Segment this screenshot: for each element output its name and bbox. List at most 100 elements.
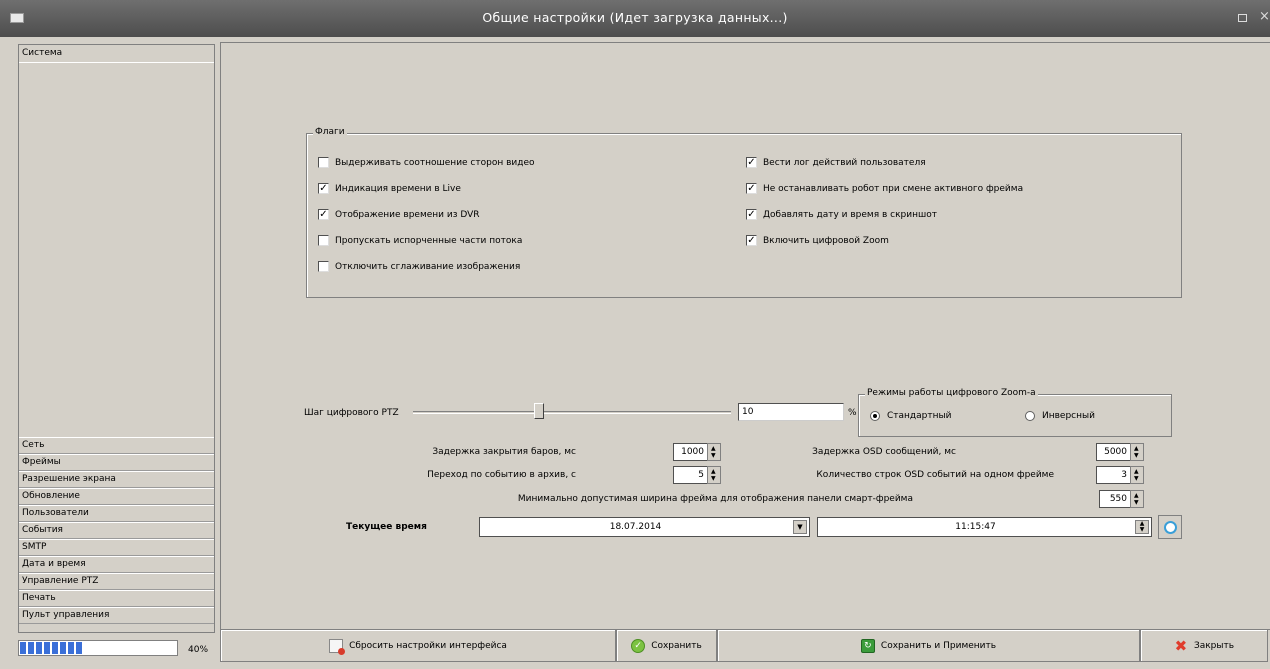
radio-label: Стандартный <box>887 411 952 421</box>
progress-percent: 40% <box>188 645 209 655</box>
close-x-icon: ✖ <box>1174 636 1188 655</box>
sidebar-list: Сеть Фреймы Разрешение экрана Обновление… <box>19 437 214 624</box>
radio-dot[interactable] <box>870 411 880 421</box>
close-button[interactable]: ✖ Закрыть <box>1140 629 1268 662</box>
apply-icon: ↻ <box>860 638 875 653</box>
spinbox-arrows[interactable]: ▲ ▼ <box>1130 466 1144 484</box>
spinbox-arrows[interactable]: ▲ ▼ <box>1130 490 1144 508</box>
checkbox-skip-corrupted-stream[interactable]: Пропускать испорченные части потока <box>318 235 522 246</box>
clock-icon <box>1164 521 1177 534</box>
radio-standard[interactable]: Стандартный <box>870 411 951 421</box>
bars-close-delay-label: Задержка закрытия баров, мс <box>432 447 576 457</box>
checkbox-label: Индикация времени в Live <box>335 183 461 194</box>
checkbox-box[interactable] <box>318 261 329 272</box>
check-icon: ✓ <box>631 638 646 653</box>
sync-time-button[interactable] <box>1158 515 1182 539</box>
checkbox-box[interactable]: ✓ <box>746 183 757 194</box>
ptz-step-input[interactable]: 10 <box>738 403 844 421</box>
checkbox-label: Не останавливать робот при смене активно… <box>763 183 1024 194</box>
sidebar-item-date-time[interactable]: Дата и время <box>19 556 214 573</box>
archive-jump-spinbox[interactable]: 5 ▲ ▼ <box>673 466 721 484</box>
checkbox-dvr-time-display[interactable]: ✓ Отображение времени из DVR <box>318 209 480 220</box>
reset-settings-icon <box>329 638 346 655</box>
checkbox-user-action-log[interactable]: ✓ Вести лог действий пользователя <box>746 157 926 168</box>
bars-close-delay-spinbox[interactable]: 1000 ▲ ▼ <box>673 443 721 461</box>
current-time-label: Текущее время <box>346 522 427 532</box>
checkbox-disable-smoothing[interactable]: Отключить сглаживание изображения <box>318 261 520 272</box>
checkbox-screenshot-datetime[interactable]: ✓ Добавлять дату и время в скриншот <box>746 209 937 220</box>
maximize-icon[interactable] <box>1238 14 1247 22</box>
checkbox-box[interactable] <box>318 235 329 246</box>
sidebar-item-network[interactable]: Сеть <box>19 437 214 454</box>
sidebar-item-smtp[interactable]: SMTP <box>19 539 214 556</box>
close-icon[interactable]: × <box>1259 9 1270 24</box>
sidebar-item-control-panel[interactable]: Пульт управления <box>19 607 214 624</box>
sidebar-item-frames[interactable]: Фреймы <box>19 454 214 471</box>
checkbox-label: Отключить сглаживание изображения <box>335 261 521 272</box>
progress-fill <box>20 642 82 654</box>
checkbox-box[interactable]: ✓ <box>746 209 757 220</box>
spinbox-value[interactable]: 5 <box>673 466 707 484</box>
checkbox-label: Вести лог действий пользователя <box>763 157 926 168</box>
spinbox-value[interactable]: 5000 <box>1096 443 1130 461</box>
archive-jump-label: Переход по событию в архив, с <box>427 470 576 480</box>
ptz-slider-handle[interactable] <box>534 403 544 419</box>
loading-progress-bar <box>18 640 178 656</box>
checkbox-label: Включить цифровой Zoom <box>763 235 889 246</box>
window-title: Общие настройки (Идет загрузка данных...… <box>482 10 788 25</box>
radio-inverse[interactable]: Инверсный <box>1025 411 1095 421</box>
sidebar-item-screen-resolution[interactable]: Разрешение экрана <box>19 471 214 488</box>
min-frame-width-label: Минимально допустимая ширина фрейма для … <box>517 494 913 504</box>
osd-lines-label: Количество строк OSD событий на одном фр… <box>816 470 1054 480</box>
spinbox-arrows[interactable]: ▲ ▼ <box>1130 443 1144 461</box>
save-button[interactable]: ✓ Сохранить <box>616 629 717 662</box>
time-value: 11:15:47 <box>955 522 996 532</box>
ptz-unit-label: % <box>848 408 857 418</box>
checkbox-box[interactable]: ✓ <box>318 209 329 220</box>
sidebar-item-system[interactable]: Система <box>19 45 214 63</box>
checkbox-box[interactable] <box>318 157 329 168</box>
reset-interface-button[interactable]: Сбросить настройки интерфейса <box>220 629 616 662</box>
radio-dot[interactable] <box>1025 411 1035 421</box>
checkbox-label: Добавлять дату и время в скриншот <box>763 209 937 220</box>
checkbox-keep-aspect-ratio[interactable]: Выдерживать соотношение сторон видео <box>318 157 535 168</box>
settings-sidebar: Система Сеть Фреймы Разрешение экрана Об… <box>18 44 215 633</box>
time-spin-arrows[interactable]: ▲ ▼ <box>1135 520 1149 534</box>
checkbox-live-time-indication[interactable]: ✓ Индикация времени в Live <box>318 183 461 194</box>
spinbox-value[interactable]: 1000 <box>673 443 707 461</box>
checkbox-digital-zoom[interactable]: ✓ Включить цифровой Zoom <box>746 235 889 246</box>
close-label: Закрыть <box>1193 640 1235 651</box>
settings-panel: Флаги Выдерживать соотношение сторон вид… <box>220 42 1270 630</box>
save-apply-button[interactable]: ↻ Сохранить и Применить <box>717 629 1140 662</box>
osd-lines-spinbox[interactable]: 3 ▲ ▼ <box>1096 466 1144 484</box>
osd-delay-label: Задержка OSD сообщений, мс <box>812 447 956 457</box>
checkbox-box[interactable]: ✓ <box>746 235 757 246</box>
sidebar-item-ptz-control[interactable]: Управление PTZ <box>19 573 214 590</box>
time-spinbox[interactable]: 11:15:47 ▲ ▼ <box>817 517 1152 537</box>
min-frame-width-spinbox[interactable]: 550 ▲ ▼ <box>1099 490 1144 508</box>
radio-label: Инверсный <box>1042 411 1095 421</box>
spinbox-arrows[interactable]: ▲ ▼ <box>707 466 721 484</box>
sidebar-item-users[interactable]: Пользователи <box>19 505 214 522</box>
checkbox-keep-robot-running[interactable]: ✓ Не останавливать робот при смене актив… <box>746 183 1023 194</box>
reset-interface-label: Сбросить настройки интерфейса <box>349 640 507 651</box>
checkbox-label: Отображение времени из DVR <box>335 209 480 220</box>
title-bar: Общие настройки (Идет загрузка данных...… <box>0 0 1270 37</box>
sidebar-item-print[interactable]: Печать <box>19 590 214 607</box>
chevron-down-icon[interactable]: ▼ <box>793 520 807 534</box>
checkbox-box[interactable]: ✓ <box>318 183 329 194</box>
spinbox-value[interactable]: 3 <box>1096 466 1130 484</box>
ptz-slider-track[interactable] <box>413 411 731 414</box>
date-combobox[interactable]: 18.07.2014 ▼ <box>479 517 810 537</box>
checkbox-label: Пропускать испорченные части потока <box>335 235 523 246</box>
zoom-mode-group: Режимы работы цифрового Zoom-а Стандартн… <box>858 388 1172 437</box>
date-value: 18.07.2014 <box>609 522 662 532</box>
spinbox-value[interactable]: 550 <box>1099 490 1130 508</box>
save-label: Сохранить <box>651 640 702 651</box>
sidebar-item-events[interactable]: События <box>19 522 214 539</box>
checkbox-box[interactable]: ✓ <box>746 157 757 168</box>
spinbox-arrows[interactable]: ▲ ▼ <box>707 443 721 461</box>
osd-delay-spinbox[interactable]: 5000 ▲ ▼ <box>1096 443 1144 461</box>
sidebar-item-update[interactable]: Обновление <box>19 488 214 505</box>
flags-legend: Флаги <box>313 127 347 137</box>
